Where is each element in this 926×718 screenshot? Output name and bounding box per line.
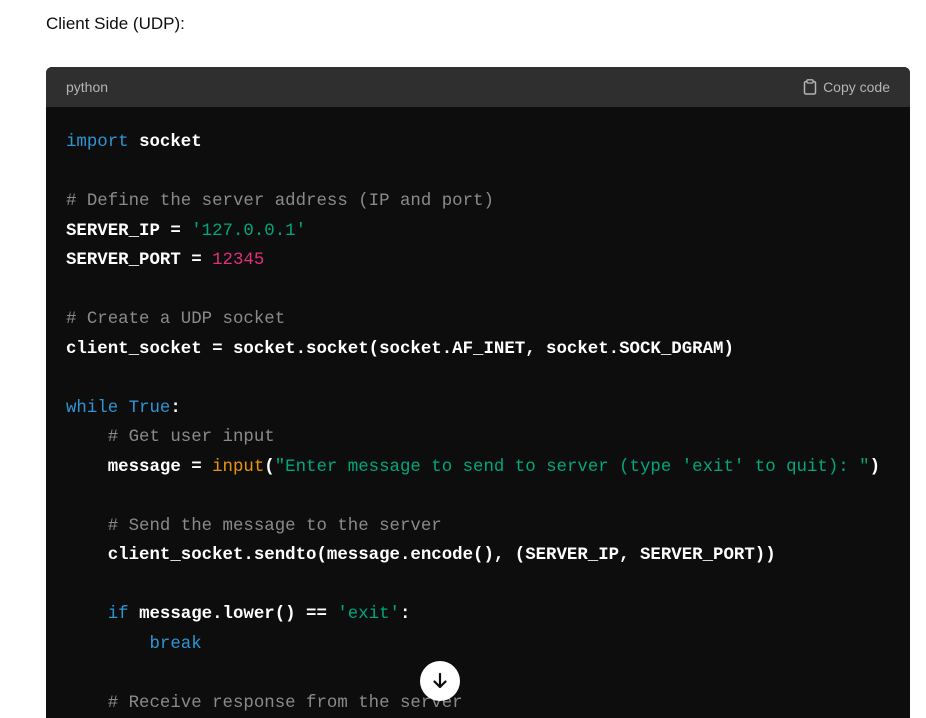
code-block: python Copy code import socket # Define t…: [46, 67, 910, 718]
code-token: client_socket.sendto(message.encode(), (…: [66, 546, 776, 565]
code-token: client_socket = socket.socket(socket.AF_…: [66, 339, 734, 359]
code-token: SERVER_PORT =: [66, 251, 213, 270]
code-token: '127.0.0.1': [191, 221, 307, 241]
code-language-label: python: [66, 79, 109, 95]
arrow-down-icon: [433, 672, 447, 689]
code-token: ): [869, 457, 881, 477]
code-token: :: [170, 398, 181, 418]
code-line: client_socket.sendto(message.encode(), (…: [66, 541, 910, 571]
code-token: # Create a UDP socket: [66, 310, 286, 329]
code-line: # Create a UDP socket: [66, 305, 910, 335]
code-token: SERVER_IP =: [66, 221, 192, 241]
code-token: "Enter message to send to server (type '…: [274, 457, 870, 477]
code-line: break: [66, 630, 910, 660]
clipboard-icon: [803, 79, 817, 95]
code-line: # Receive response from the server: [66, 689, 910, 718]
code-token: import: [66, 133, 140, 152]
code-token: # Receive response from the server: [107, 693, 463, 713]
code-line: # Define the server address (IP and port…: [66, 187, 910, 217]
code-token: (: [264, 457, 275, 477]
code-token: input: [212, 457, 265, 477]
code-token: # Get user input: [107, 428, 275, 447]
code-line: if message.lower() == 'exit':: [66, 600, 910, 630]
code-line: client_socket = socket.socket(socket.AF_…: [66, 335, 910, 365]
code-line: # Send the message to the server: [66, 512, 910, 542]
scroll-down-button[interactable]: [420, 661, 460, 701]
code-token: # Define the server address (IP and port…: [66, 192, 494, 211]
code-token: :: [399, 605, 411, 624]
code-line: SERVER_IP = '127.0.0.1': [66, 217, 910, 247]
code-token: break: [149, 634, 202, 654]
code-token: while: [66, 398, 129, 418]
code-token: 'exit': [337, 605, 400, 624]
code-line: SERVER_PORT = 12345: [66, 246, 910, 276]
code-line: message = input("Enter message to send t…: [66, 453, 910, 483]
copy-code-button[interactable]: Copy code: [803, 79, 890, 95]
code-content: import socket # Define the server address…: [46, 107, 910, 718]
code-token: if: [107, 605, 140, 624]
code-token: 12345: [212, 251, 265, 270]
code-line: while True:: [66, 394, 910, 424]
code-block-header: python Copy code: [46, 67, 910, 107]
code-token: True: [128, 398, 171, 418]
code-token: message =: [66, 457, 213, 477]
section-heading: Client Side (UDP):: [46, 14, 185, 33]
copy-code-label: Copy code: [823, 79, 890, 95]
code-line: import socket: [66, 128, 910, 158]
code-line: # Get user input: [66, 423, 910, 453]
code-token: # Send the message to the server: [107, 516, 442, 536]
code-token: message.lower() ==: [139, 605, 338, 624]
code-token: socket: [139, 133, 202, 152]
